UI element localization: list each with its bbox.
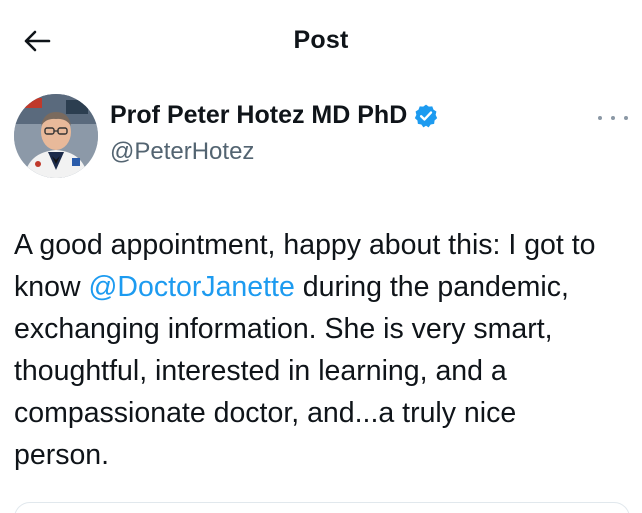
more-options-button[interactable]: [598, 108, 628, 128]
post-page: Post Prof Peter Hotez MD PhD @PeterHotez…: [0, 0, 642, 513]
page-title: Post: [293, 26, 349, 54]
display-name-line: Prof Peter Hotez MD PhD: [110, 101, 439, 130]
verified-badge-icon[interactable]: [413, 103, 439, 129]
post-author: Prof Peter Hotez MD PhD @PeterHotez: [14, 94, 628, 184]
top-bar: Post: [0, 0, 642, 82]
dot: [611, 116, 615, 120]
display-name[interactable]: Prof Peter Hotez MD PhD: [110, 101, 407, 130]
user-handle[interactable]: @PeterHotez: [110, 138, 254, 166]
avatar[interactable]: [14, 94, 98, 178]
mention-link[interactable]: @DoctorJanette: [88, 271, 294, 303]
dot: [624, 116, 628, 120]
avatar-photo: [14, 94, 98, 178]
post-text: A good appointment, happy about this: I …: [14, 224, 614, 476]
embedded-card-edge: [14, 502, 630, 513]
dot: [598, 116, 602, 120]
